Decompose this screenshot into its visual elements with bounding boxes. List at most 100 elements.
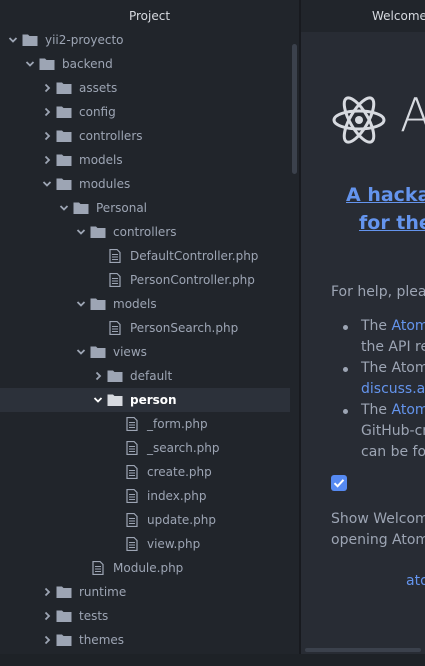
tree-item-label: themes — [79, 633, 125, 647]
tree-folder-modules[interactable]: modules — [0, 172, 290, 196]
tree-folder-models[interactable]: models — [0, 148, 290, 172]
file-icon — [124, 440, 140, 456]
tree-item-label: person — [130, 393, 177, 407]
welcome-horizontal-scrollbar[interactable] — [305, 648, 421, 652]
bullet1-line1: The Atom — [361, 318, 425, 334]
tree-item-label: views — [113, 345, 147, 359]
tree-folder-person[interactable]: person — [0, 388, 290, 412]
tree-item-label: _search.php — [147, 441, 220, 455]
tree-file-personcontroller-php[interactable]: PersonController.php — [0, 268, 290, 292]
project-tree-panel: Project yii2-proyecto backend assets config… — [0, 0, 299, 654]
tree-folder-themes[interactable]: themes — [0, 628, 290, 652]
bullet-dot — [343, 409, 348, 414]
folder-icon — [56, 609, 72, 623]
file-icon — [107, 248, 123, 264]
chevron-down-icon[interactable] — [42, 178, 52, 190]
tree-folder-yii2-proyecto[interactable]: yii2-proyecto — [0, 28, 290, 52]
show-welcome-checkbox[interactable] — [331, 475, 347, 491]
file-icon — [107, 320, 123, 336]
folder-icon — [107, 369, 123, 383]
tree-folder-tests[interactable]: tests — [0, 604, 290, 628]
tree-file-index-php[interactable]: index.php — [0, 484, 290, 508]
folder-icon — [56, 81, 72, 95]
discuss-link[interactable]: discuss.at — [361, 381, 425, 397]
tree-folder-personal[interactable]: Personal — [0, 196, 290, 220]
file-icon — [124, 464, 140, 480]
folder-icon — [56, 153, 72, 167]
tree-folder-runtime[interactable]: runtime — [0, 580, 290, 604]
tree-item-label: controllers — [113, 225, 177, 239]
bullet3-line2: GitHub-cr — [361, 423, 425, 439]
tree-file-module-php[interactable]: Module.php — [0, 556, 290, 580]
file-icon — [124, 536, 140, 552]
tree-item-label: Personal — [96, 201, 148, 215]
footer-atom-link[interactable]: ato — [406, 573, 425, 589]
welcome-title-link-line2[interactable]: for the — [359, 212, 425, 234]
tree-file-view-php[interactable]: view.php — [0, 532, 290, 556]
file-icon — [90, 560, 106, 576]
chevron-right-icon[interactable] — [42, 106, 52, 118]
tree-folder-backend[interactable]: backend — [0, 52, 290, 76]
bullet1-line2: the API re — [361, 339, 425, 355]
welcome-pane: Welcome A A hackal for the For help, ple… — [301, 0, 425, 654]
folder-icon — [39, 57, 55, 71]
bullet3-prefix: The — [361, 402, 392, 418]
chevron-down-icon[interactable] — [59, 202, 69, 214]
chevron-right-icon[interactable] — [93, 370, 103, 382]
welcome-title-link-line1[interactable]: A hackal — [346, 184, 425, 206]
tree-file-create-php[interactable]: create.php — [0, 460, 290, 484]
tree-folder-views[interactable]: views — [0, 340, 290, 364]
folder-icon — [107, 393, 123, 407]
chevron-down-icon[interactable] — [93, 394, 103, 406]
chevron-down-icon[interactable] — [8, 34, 18, 46]
chevron-right-icon[interactable] — [42, 130, 52, 142]
chevron-down-icon[interactable] — [76, 298, 86, 310]
tree-folder-config[interactable]: config — [0, 100, 290, 124]
tree-folder-assets[interactable]: assets — [0, 76, 290, 100]
tree-item-label: backend — [62, 57, 113, 71]
tree-item-label: create.php — [147, 465, 212, 479]
folder-icon — [56, 129, 72, 143]
folder-icon — [56, 177, 72, 191]
file-icon — [124, 416, 140, 432]
tree-file--search-php[interactable]: _search.php — [0, 436, 290, 460]
folder-icon — [56, 585, 72, 599]
tree-folder-models[interactable]: models — [0, 292, 290, 316]
tree-item-label: config — [79, 105, 116, 119]
show-welcome-label-line2: opening Atom — [331, 532, 425, 548]
chevron-right-icon[interactable] — [42, 586, 52, 598]
tree-item-label: Module.php — [113, 561, 184, 575]
bullet3-line3: can be fou — [361, 444, 425, 460]
help-text: For help, pleas — [331, 284, 425, 300]
bullet-dot — [343, 367, 348, 372]
chevron-down-icon[interactable] — [76, 226, 86, 238]
tree-folder-default[interactable]: default — [0, 364, 290, 388]
chevron-right-icon[interactable] — [42, 82, 52, 94]
tab-bar: Welcome — [301, 0, 425, 32]
tree-folder-controllers[interactable]: controllers — [0, 220, 290, 244]
tree-scrollbar[interactable] — [292, 44, 297, 174]
folder-icon — [56, 633, 72, 647]
chevron-down-icon[interactable] — [25, 58, 35, 70]
bullet1-prefix: The — [361, 318, 392, 334]
atom-org-link[interactable]: Atom — [392, 402, 425, 418]
file-icon — [124, 512, 140, 528]
tree-item-label: DefaultController.php — [130, 249, 259, 263]
tree-file-defaultcontroller-php[interactable]: DefaultController.php — [0, 244, 290, 268]
tree-file-personsearch-php[interactable]: PersonSearch.php — [0, 316, 290, 340]
tree-item-label: default — [130, 369, 173, 383]
bullet2-line1: The Atom — [361, 360, 425, 376]
show-welcome-label-line1: Show Welcom — [331, 511, 425, 527]
file-icon — [124, 488, 140, 504]
atom-docs-link[interactable]: Atom — [392, 318, 425, 334]
tree-file-update-php[interactable]: update.php — [0, 508, 290, 532]
tree-file--form-php[interactable]: _form.php — [0, 412, 290, 436]
tab-welcome[interactable]: Welcome — [301, 0, 425, 32]
chevron-down-icon[interactable] — [76, 346, 86, 358]
chevron-right-icon[interactable] — [42, 154, 52, 166]
chevron-right-icon[interactable] — [42, 634, 52, 646]
tree-item-label: assets — [79, 81, 118, 95]
chevron-right-icon[interactable] — [42, 610, 52, 622]
tree-item-label: models — [79, 153, 123, 167]
tree-folder-controllers[interactable]: controllers — [0, 124, 290, 148]
